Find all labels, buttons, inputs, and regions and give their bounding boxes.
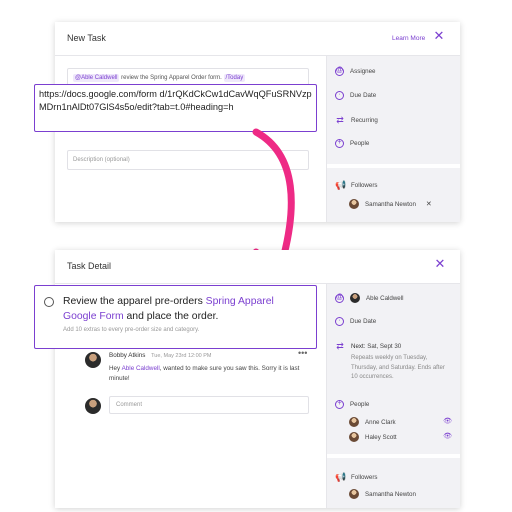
comment-time: Tue, May 23rd 12:00 PM: [151, 353, 212, 359]
at-icon: @: [335, 293, 344, 303]
followers-item: 📢 Followers: [335, 472, 377, 482]
people-label: People: [350, 140, 370, 147]
task-subtext: Add 10 extras to every pre-order size an…: [63, 327, 200, 333]
sidebar-divider: [327, 164, 460, 168]
repeat-icon: ⇄: [336, 115, 344, 125]
mention-tag: @Able Caldwell: [73, 74, 120, 82]
due-date-item[interactable]: · Due Date: [335, 317, 376, 326]
url-highlight-box: https://docs.google.com/form d/1rQKdCkCw…: [34, 84, 317, 132]
person-entry: Haley Scott: [349, 432, 397, 442]
new-task-sidebar: @ Assignee · Due Date ⇄ Recurring + Peop…: [326, 56, 460, 222]
learn-more-link[interactable]: Learn More: [392, 35, 425, 42]
avatar: [349, 489, 359, 499]
follower-name: Samantha Newton: [365, 200, 416, 208]
eye-icon[interactable]: 👁: [443, 417, 452, 425]
people-item[interactable]: + People: [335, 139, 369, 148]
recurring-item[interactable]: ⇄ Next: Sat, Sept 30: [335, 341, 401, 351]
avatar: [349, 417, 359, 427]
panel-title: Task Detail: [67, 261, 112, 271]
at-icon: @: [335, 67, 344, 76]
followers-label: Followers: [351, 473, 378, 481]
recurrence-text: Repeats weekly on Tuesday, Thursday, and…: [351, 355, 445, 380]
follower-name: Samantha Newton: [365, 490, 416, 498]
person-name: Anne Clark: [365, 418, 396, 426]
description-placeholder: Description (optional): [73, 157, 130, 163]
task-complete-checkbox[interactable]: [44, 297, 54, 307]
eye-icon[interactable]: 👁: [443, 432, 452, 440]
people-item[interactable]: + People: [335, 400, 369, 409]
due-date-item[interactable]: · Due Date: [335, 91, 376, 100]
due-date-label: Due Date: [350, 318, 377, 325]
comment-input[interactable]: Comment: [109, 396, 309, 414]
close-icon[interactable]: ✕: [432, 256, 448, 272]
panel-title: New Task: [67, 33, 106, 43]
task-detail-header: Task Detail ✕: [55, 250, 460, 284]
comment-body: Hey Able Caldwell, wanted to make sure y…: [109, 364, 309, 384]
mention-text: review the Spring Apparel Order form.: [121, 75, 222, 81]
followers-item: 📢 Followers: [335, 180, 377, 190]
comment-header: Bobby Atkins Tue, May 23rd 12:00 PM: [109, 352, 211, 359]
next-date: Sat, Sept 30: [367, 342, 402, 350]
form-url-text: https://docs.google.com/form d/1rQKdCkCw…: [39, 89, 312, 112]
assignee-avatar: [350, 293, 360, 303]
task-text-before: Review the apparel pre-orders: [63, 296, 206, 307]
remove-follower-icon[interactable]: ✕: [426, 200, 432, 208]
sidebar-divider: [327, 454, 460, 458]
task-text-after: and place the order.: [123, 311, 219, 322]
person-name: Haley Scott: [365, 433, 397, 441]
megaphone-icon: 📢: [335, 180, 347, 190]
megaphone-icon: 📢: [335, 472, 347, 482]
people-label: People: [350, 401, 370, 408]
plus-icon: +: [335, 400, 344, 409]
comment-author: Bobby Atkins: [109, 352, 146, 359]
recurring-label: Recurring: [351, 116, 378, 124]
assignee-name: Able Caldwell: [366, 294, 404, 302]
followers-label: Followers: [351, 181, 378, 189]
comment-avatar: [85, 352, 101, 368]
comment-placeholder: Comment: [116, 402, 143, 408]
repeat-icon: ⇄: [336, 341, 344, 351]
person-entry: Anne Clark: [349, 417, 396, 427]
due-tag: /Today: [223, 74, 246, 82]
comment-menu-icon[interactable]: •••: [298, 348, 307, 358]
assignee-item[interactable]: @ Assignee: [335, 67, 375, 76]
new-task-header: New Task Learn More ✕: [55, 22, 460, 56]
comment-text-before: Hey: [109, 365, 122, 372]
avatar: [349, 199, 359, 209]
plus-icon: +: [335, 139, 344, 148]
close-icon[interactable]: ✕: [431, 28, 447, 44]
follower-entry: Samantha Newton ✕: [349, 199, 432, 209]
task-title: Review the apparel pre-orders Spring App…: [63, 294, 308, 324]
assignee-label: Assignee: [350, 68, 376, 75]
task-highlight-box: Review the apparel pre-orders Spring App…: [34, 285, 317, 349]
task-detail-sidebar: @ Able Caldwell · Due Date ⇄ Next: Sat, …: [326, 284, 460, 508]
follower-entry: Samantha Newton: [349, 489, 416, 499]
assignee-item[interactable]: @ Able Caldwell: [335, 293, 404, 303]
clock-icon: ·: [335, 91, 344, 100]
current-user-avatar: [85, 398, 101, 414]
comment-mention[interactable]: Able Caldwell: [122, 365, 160, 372]
avatar: [349, 432, 359, 442]
next-label: Next:: [351, 342, 366, 350]
clock-icon: ·: [335, 317, 344, 326]
recurring-item[interactable]: ⇄ Recurring: [335, 115, 378, 125]
due-date-label: Due Date: [350, 92, 377, 99]
